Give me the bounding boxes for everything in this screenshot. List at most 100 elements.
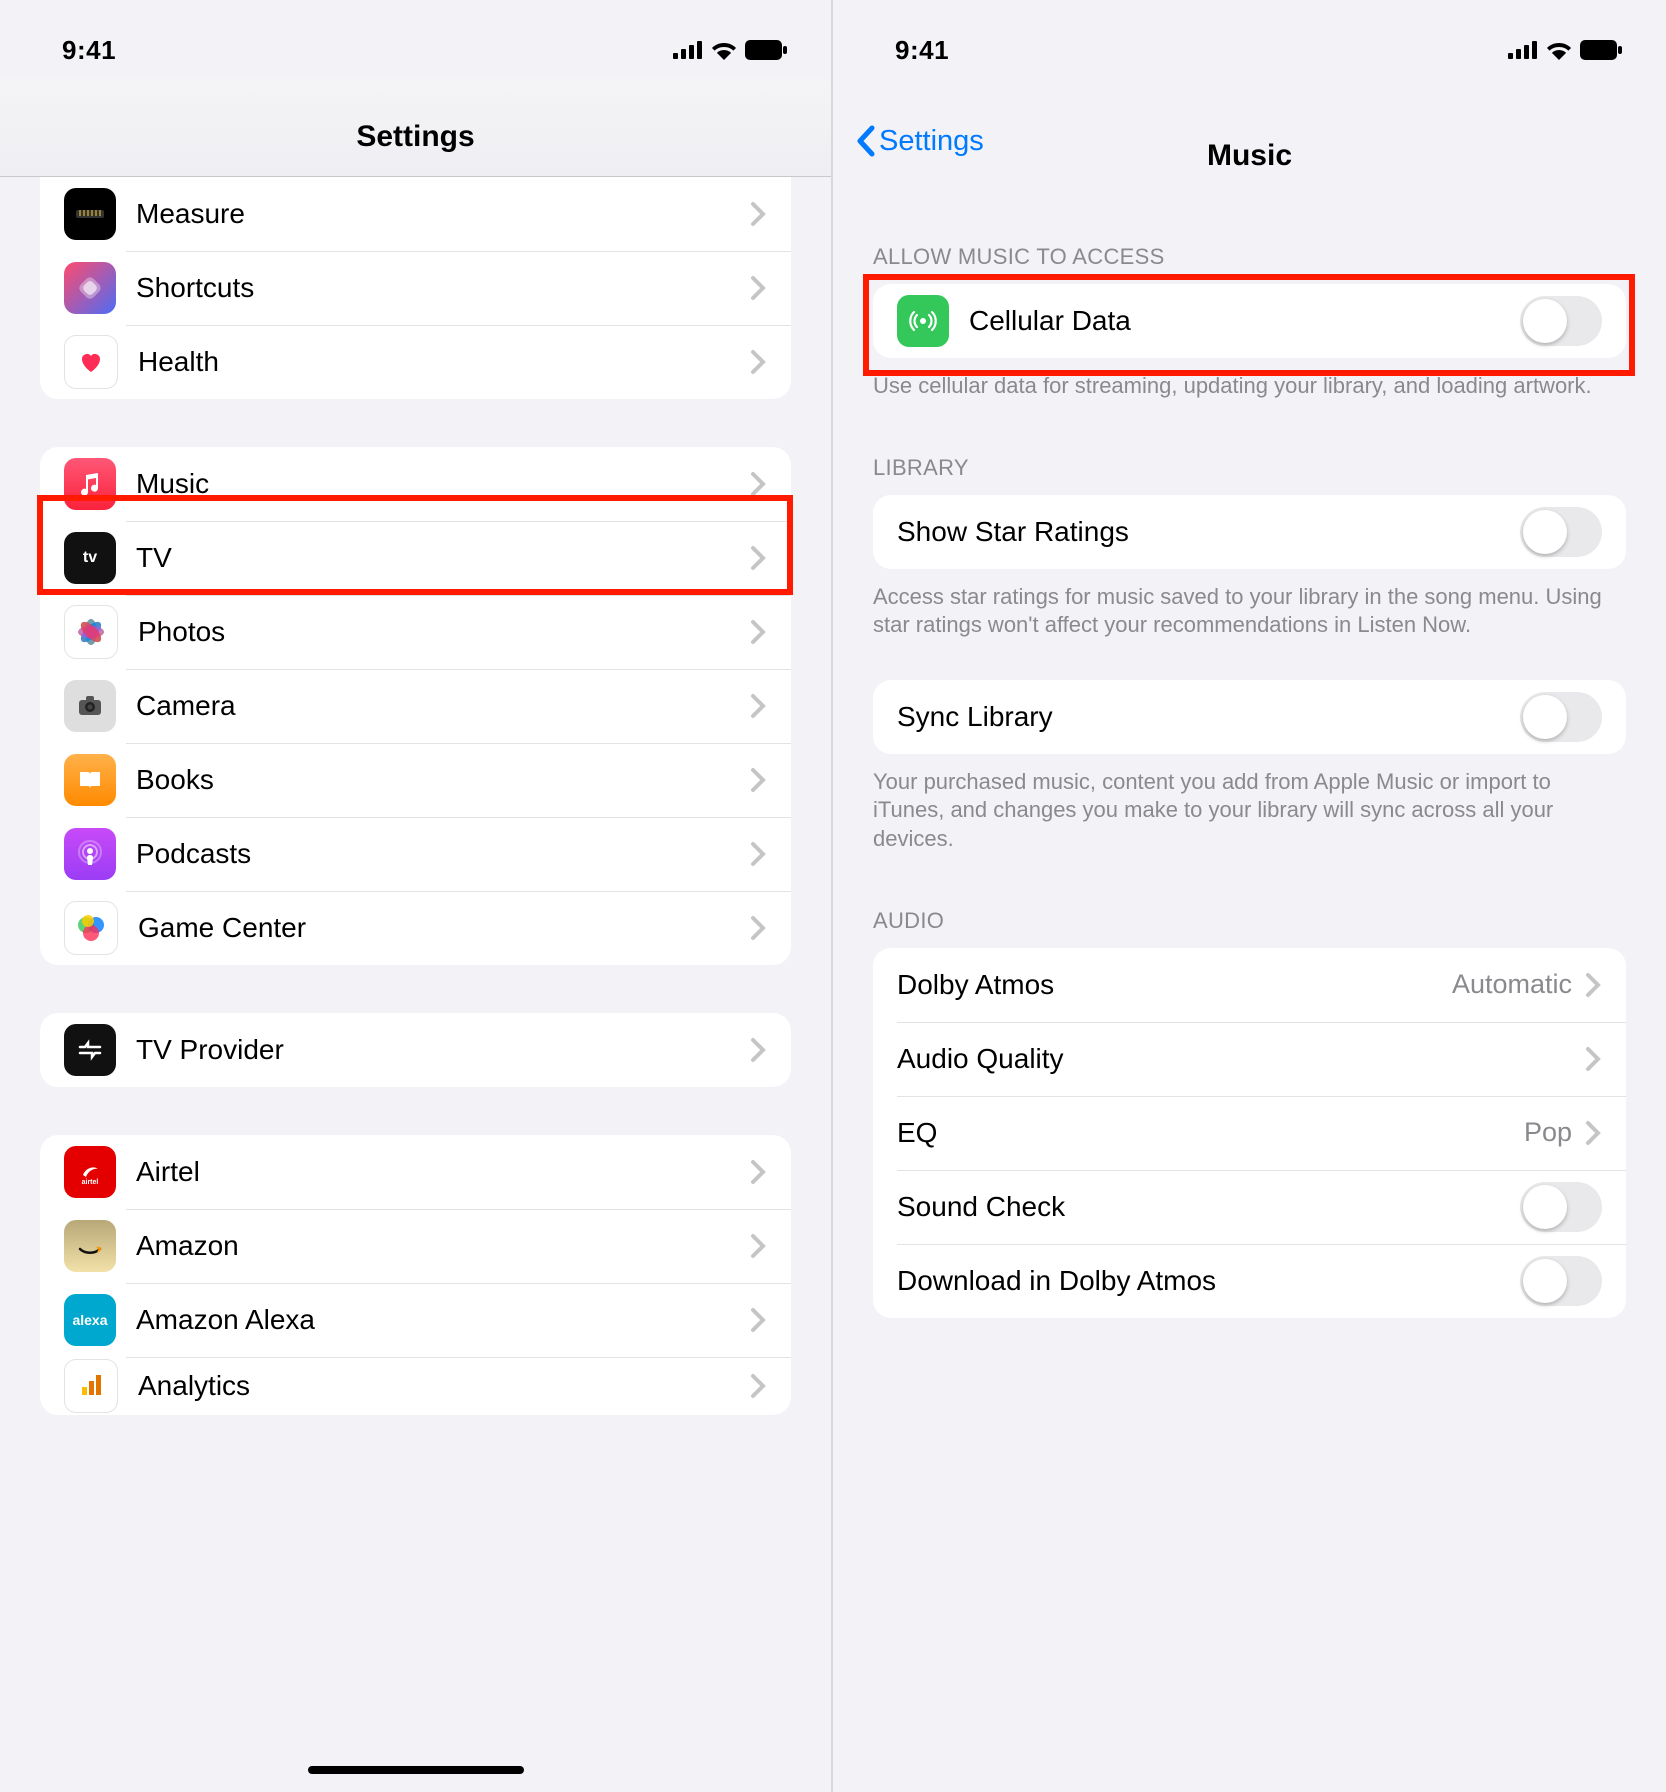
phone-music-settings: 9:41 Settings Music ALLOW MUSIC TO ACCES…	[833, 0, 1666, 1792]
row-label: Sound Check	[897, 1191, 1520, 1223]
row-detail: Pop	[1524, 1117, 1572, 1148]
chevron-right-icon	[749, 1232, 767, 1260]
row-label: Podcasts	[136, 838, 749, 870]
settings-row-amazon[interactable]: Amazon	[40, 1209, 791, 1283]
row-eq[interactable]: EQ Pop	[873, 1096, 1626, 1170]
row-label: Airtel	[136, 1156, 749, 1188]
health-icon	[64, 335, 118, 389]
shortcuts-icon	[64, 262, 116, 314]
row-label: Audio Quality	[897, 1043, 1584, 1075]
chevron-left-icon	[855, 124, 877, 158]
chevron-right-icon	[749, 1306, 767, 1334]
row-label: EQ	[897, 1117, 1524, 1149]
row-label: Show Star Ratings	[897, 516, 1520, 548]
wifi-icon	[1546, 40, 1572, 60]
row-label: Measure	[136, 198, 749, 230]
row-label: Amazon	[136, 1230, 749, 1262]
status-bar: 9:41	[0, 0, 831, 78]
row-label: Amazon Alexa	[136, 1304, 749, 1336]
section-footer-star: Access star ratings for music saved to y…	[833, 569, 1666, 644]
chevron-right-icon	[1584, 971, 1602, 999]
chevron-right-icon	[749, 1036, 767, 1064]
row-sound-check[interactable]: Sound Check	[873, 1170, 1626, 1244]
chevron-right-icon	[749, 1372, 767, 1400]
row-label: Books	[136, 764, 749, 796]
podcasts-icon	[64, 828, 116, 880]
chevron-right-icon	[749, 766, 767, 794]
measure-icon	[64, 188, 116, 240]
row-label: TV	[136, 542, 749, 574]
row-label: Cellular Data	[969, 305, 1520, 337]
settings-row-alexa[interactable]: alexa Amazon Alexa	[40, 1283, 791, 1357]
row-label: Music	[136, 468, 749, 500]
row-label: Camera	[136, 690, 749, 722]
settings-row-gamecenter[interactable]: Game Center	[40, 891, 791, 965]
settings-row-books[interactable]: Books	[40, 743, 791, 817]
toggle-sound-check[interactable]	[1520, 1182, 1602, 1232]
section-header-audio: AUDIO	[833, 858, 1666, 948]
row-label: Analytics	[138, 1370, 749, 1402]
row-download-dolby[interactable]: Download in Dolby Atmos	[873, 1244, 1626, 1318]
chevron-right-icon	[1584, 1119, 1602, 1147]
status-bar: 9:41	[833, 0, 1666, 78]
cell-signal-icon	[1508, 41, 1538, 59]
row-detail: Automatic	[1452, 969, 1572, 1000]
settings-row-analytics[interactable]: Analytics	[40, 1357, 791, 1415]
amazon-icon	[64, 1220, 116, 1272]
chevron-right-icon	[749, 1158, 767, 1186]
settings-row-tv[interactable]: tv TV	[40, 521, 791, 595]
music-icon	[64, 458, 116, 510]
toggle-cellular-data[interactable]	[1520, 296, 1602, 346]
back-label: Settings	[879, 125, 984, 158]
section-header-access: ALLOW MUSIC TO ACCESS	[833, 204, 1666, 284]
books-icon	[64, 754, 116, 806]
row-cellular-data[interactable]: Cellular Data	[873, 284, 1626, 358]
status-time: 9:41	[895, 35, 949, 66]
settings-row-music[interactable]: Music	[40, 447, 791, 521]
settings-row-measure[interactable]: Measure	[40, 177, 791, 251]
section-header-library: LIBRARY	[833, 405, 1666, 495]
chevron-right-icon	[749, 840, 767, 868]
phone-settings-list: 9:41 Settings Measure Shortcuts	[0, 0, 833, 1792]
section-footer-sync: Your purchased music, content you add fr…	[833, 754, 1666, 858]
row-audio-quality[interactable]: Audio Quality	[873, 1022, 1626, 1096]
settings-row-shortcuts[interactable]: Shortcuts	[40, 251, 791, 325]
tv-icon: tv	[64, 532, 116, 584]
settings-row-airtel[interactable]: airtel Airtel	[40, 1135, 791, 1209]
row-sync-library[interactable]: Sync Library	[873, 680, 1626, 754]
chevron-right-icon	[749, 348, 767, 376]
row-dolby-atmos[interactable]: Dolby Atmos Automatic	[873, 948, 1626, 1022]
settings-row-podcasts[interactable]: Podcasts	[40, 817, 791, 891]
chevron-right-icon	[1584, 1045, 1602, 1073]
row-label: Photos	[138, 616, 749, 648]
settings-row-photos[interactable]: Photos	[40, 595, 791, 669]
wifi-icon	[711, 40, 737, 60]
section-footer-cellular: Use cellular data for streaming, updatin…	[833, 358, 1666, 405]
back-button[interactable]: Settings	[855, 124, 984, 158]
analytics-icon	[64, 1359, 118, 1413]
camera-icon	[64, 680, 116, 732]
settings-row-tvprovider[interactable]: TV Provider	[40, 1013, 791, 1087]
row-label: Dolby Atmos	[897, 969, 1452, 1001]
photos-icon	[64, 605, 118, 659]
row-label: Sync Library	[897, 701, 1520, 733]
row-label: Shortcuts	[136, 272, 749, 304]
toggle-star-ratings[interactable]	[1520, 507, 1602, 557]
status-time: 9:41	[62, 35, 116, 66]
tvprovider-icon	[64, 1024, 116, 1076]
toggle-sync-library[interactable]	[1520, 692, 1602, 742]
status-icons	[1508, 40, 1622, 60]
settings-row-health[interactable]: Health	[40, 325, 791, 399]
toggle-download-dolby[interactable]	[1520, 1256, 1602, 1306]
row-label: Download in Dolby Atmos	[897, 1265, 1520, 1297]
battery-icon	[1580, 40, 1622, 60]
row-star-ratings[interactable]: Show Star Ratings	[873, 495, 1626, 569]
chevron-right-icon	[749, 470, 767, 498]
settings-row-camera[interactable]: Camera	[40, 669, 791, 743]
status-icons	[673, 40, 787, 60]
chevron-right-icon	[749, 692, 767, 720]
chevron-right-icon	[749, 544, 767, 572]
chevron-right-icon	[749, 200, 767, 228]
chevron-right-icon	[749, 914, 767, 942]
home-indicator	[308, 1766, 524, 1774]
